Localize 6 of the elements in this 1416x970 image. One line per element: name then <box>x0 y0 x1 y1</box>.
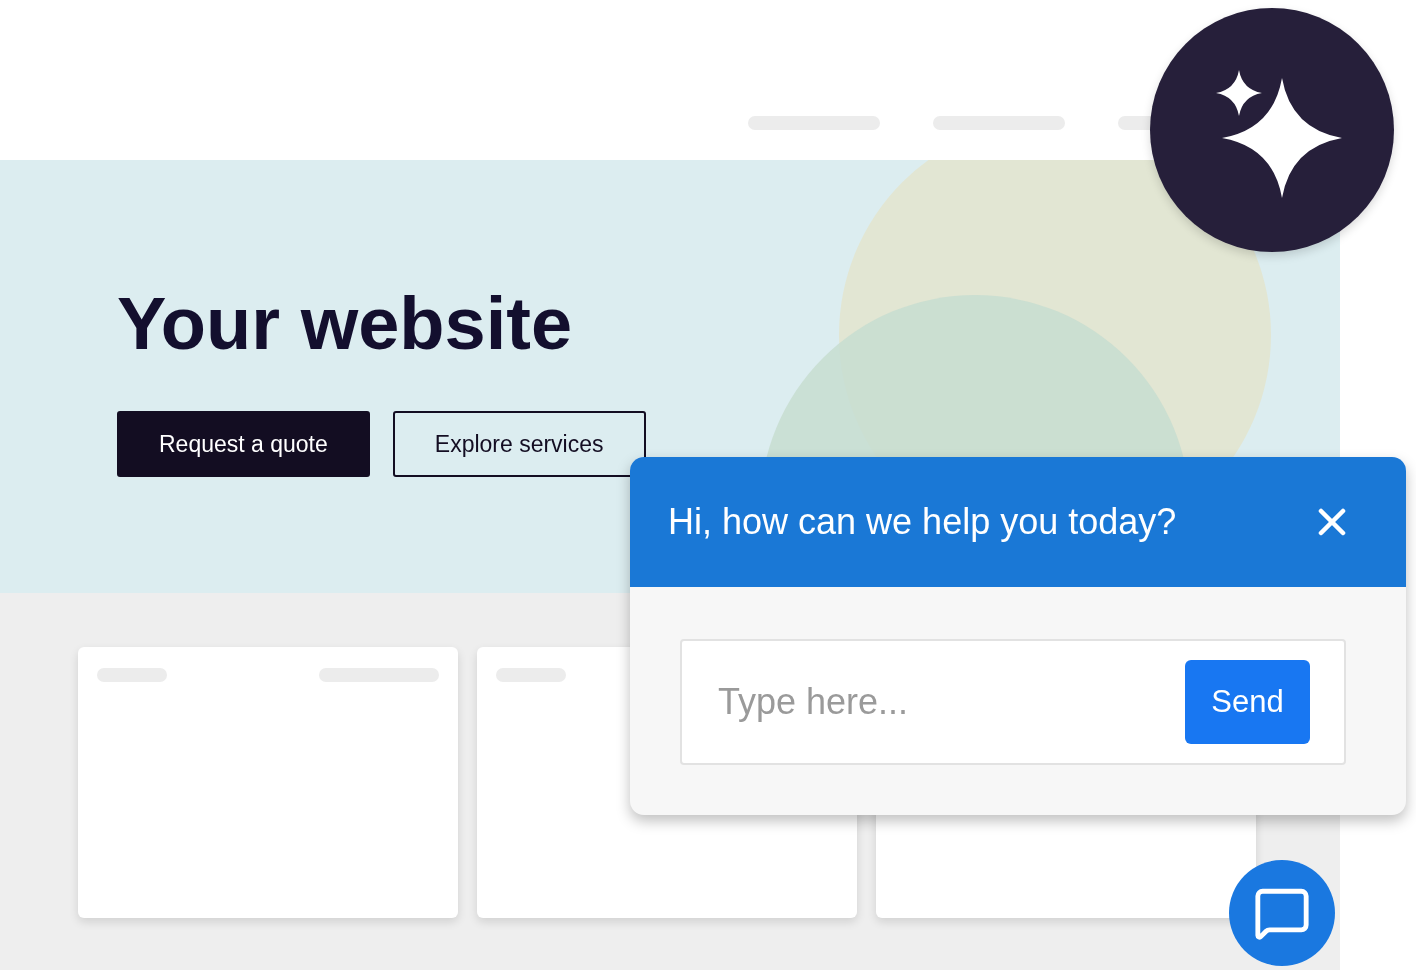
request-quote-button[interactable]: Request a quote <box>117 411 370 477</box>
message-field[interactable]: Type here... Send <box>680 639 1346 765</box>
explore-services-button[interactable]: Explore services <box>392 411 646 477</box>
chat-title: Hi, how can we help you today? <box>668 501 1177 543</box>
send-button[interactable]: Send <box>1185 660 1310 744</box>
hero-title: Your website <box>117 287 574 361</box>
